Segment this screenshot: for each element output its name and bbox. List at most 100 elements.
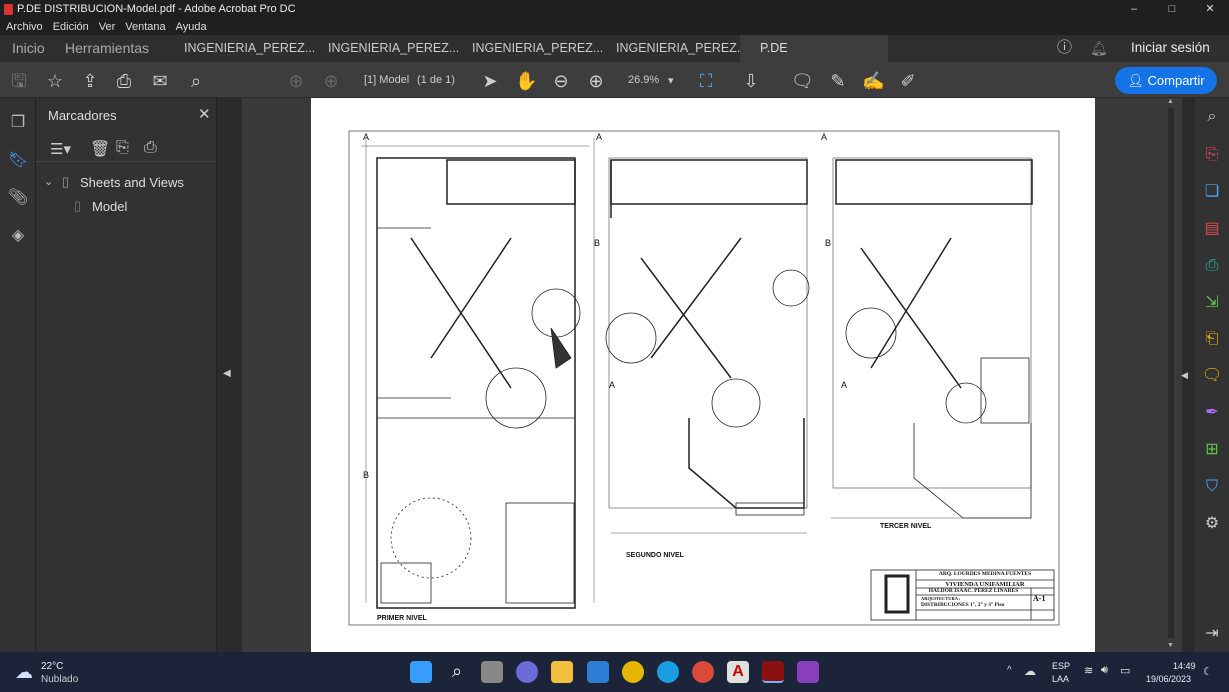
weather-desc[interactable]: Nublado	[41, 674, 78, 685]
zoom-dropdown-icon[interactable]: ▾	[668, 74, 674, 87]
zoom-search-icon[interactable]: ⌕	[1201, 106, 1223, 128]
panel-collapse-strip[interactable]: ◀	[216, 98, 242, 652]
edit-pdf-icon[interactable]: ✐	[897, 70, 919, 92]
pages-icon[interactable]: ❐	[8, 112, 28, 132]
volume-icon[interactable]: 🔊︎	[1101, 664, 1108, 677]
language-1[interactable]: ESP	[1052, 661, 1070, 671]
expand-icon[interactable]: ⇥	[1201, 623, 1223, 645]
menu-edicion[interactable]: Edición	[53, 21, 89, 33]
menu-ver[interactable]: Ver	[99, 21, 116, 33]
clock-time[interactable]: 14:49	[1173, 661, 1196, 671]
maximize-button[interactable]: □	[1153, 0, 1191, 18]
search-taskbar-icon[interactable]: ⌕	[446, 661, 468, 683]
wifi-icon[interactable]: ≋	[1084, 664, 1093, 677]
layers-icon[interactable]: ◈	[8, 225, 28, 245]
export-pdf-icon[interactable]: ⇲	[1201, 292, 1223, 314]
more-tools-icon[interactable]: ⚙	[1201, 513, 1223, 535]
bell-icon[interactable]: 🔔︎	[1090, 35, 1108, 62]
attachment-icon[interactable]: 📎︎	[8, 187, 28, 207]
measure-icon[interactable]: ⇩	[740, 70, 762, 92]
menu-ayuda[interactable]: Ayuda	[176, 21, 207, 33]
tab-document-2[interactable]: INGENIERIA_PEREZ...	[328, 35, 459, 62]
delete-icon[interactable]: 🗑︎	[90, 139, 110, 159]
signin-button[interactable]: Iniciar sesión	[1131, 35, 1210, 62]
cloud-upload-icon[interactable]: ⇪	[79, 70, 101, 92]
edge-icon[interactable]	[657, 661, 679, 683]
comment-icon[interactable]: 🗨︎	[791, 70, 814, 92]
bookmark-icon[interactable]: 🔖︎	[8, 150, 28, 170]
winrar-icon[interactable]	[797, 661, 819, 683]
combine-files-icon[interactable]: ❏	[1201, 181, 1223, 203]
save-icon[interactable]: 🖫	[8, 70, 30, 92]
file-explorer-icon[interactable]	[551, 661, 573, 683]
prev-page-icon[interactable]: ⊕	[285, 70, 307, 92]
next-page-icon[interactable]: ⊕	[320, 70, 342, 92]
scroll-thumb[interactable]	[1168, 108, 1174, 638]
menu-ventana[interactable]: Ventana	[125, 21, 165, 33]
fit-page-icon[interactable]: ⛶	[695, 70, 717, 92]
close-panel-icon[interactable]: ✕	[198, 105, 211, 123]
fill-sign-icon[interactable]: ✒	[1201, 402, 1223, 424]
create-pdf-icon[interactable]: ⎘	[1201, 144, 1223, 166]
task-view-icon[interactable]	[481, 661, 503, 683]
pdf-app-icon	[4, 3, 13, 15]
menu-archivo[interactable]: Archivo	[6, 21, 43, 33]
close-button[interactable]: ✕	[1191, 0, 1229, 18]
edit-pdf-icon[interactable]: ⎙	[1201, 255, 1223, 277]
expand-chevron-icon[interactable]: ⌄	[44, 175, 53, 188]
chrome-profile-icon[interactable]	[692, 661, 714, 683]
expand-right-panel-icon[interactable]: ◀	[1181, 370, 1188, 381]
star-icon[interactable]: ☆	[44, 70, 66, 92]
new-bookmark-icon[interactable]: ⎘	[116, 139, 129, 157]
highlight-pen-icon[interactable]: ✎	[827, 70, 849, 92]
tab-document-4[interactable]: INGENIERIA_PEREZ...	[616, 35, 747, 62]
acrobat-icon[interactable]	[762, 661, 784, 683]
select-arrow-icon[interactable]: ➤	[479, 70, 501, 92]
scroll-up-icon[interactable]: ▲	[1167, 98, 1174, 105]
clock-date[interactable]: 19/06/2023	[1146, 674, 1191, 684]
chrome-icon[interactable]	[622, 661, 644, 683]
store-icon[interactable]	[587, 661, 609, 683]
start-icon[interactable]	[410, 661, 432, 683]
teams-icon[interactable]	[516, 661, 538, 683]
protect-icon[interactable]: ⎗	[1201, 328, 1223, 350]
share-button[interactable]: 👤︎ Compartir	[1115, 67, 1217, 94]
bookmark-model[interactable]: Model	[92, 199, 127, 214]
bookmark-search-icon[interactable]: ⎙	[144, 139, 157, 157]
options-menu-icon[interactable]: ☰▾	[50, 140, 71, 158]
vertical-scrollbar[interactable]: ▲ ▼	[1164, 98, 1178, 652]
zoom-level[interactable]: 26.9%	[628, 74, 659, 86]
tab-document-1[interactable]: INGENIERIA_PEREZ...	[184, 35, 315, 62]
tab-herramientas[interactable]: Herramientas	[65, 35, 149, 62]
tray-chevron-icon[interactable]: ^	[1007, 665, 1012, 676]
scan-icon[interactable]: ⊞	[1201, 439, 1223, 461]
print-icon[interactable]: ⎙	[113, 70, 135, 92]
collapse-left-icon[interactable]: ◀	[223, 368, 231, 379]
comment-tool-icon[interactable]: 🗨︎	[1201, 365, 1223, 387]
weather-tray-icon[interactable]: ☁	[1024, 664, 1036, 678]
scroll-down-icon[interactable]: ▼	[1167, 642, 1174, 649]
titleblock-project: VIVIENDA UNIFAMILIAR	[945, 581, 1025, 588]
organize-pages-icon[interactable]: ▤	[1201, 218, 1223, 240]
minimize-button[interactable]: –	[1115, 0, 1153, 18]
search-icon[interactable]: ⌕	[185, 70, 207, 92]
tab-document-active[interactable]: P.DE DISTRIBUCIO... ×	[740, 35, 888, 81]
battery-icon[interactable]: ▭	[1120, 664, 1130, 677]
sign-icon[interactable]: ✍	[862, 70, 884, 92]
page-label[interactable]: [1] Model	[364, 74, 409, 86]
bookmark-item-icon: ▯	[62, 174, 70, 189]
weather-temp[interactable]: 22°C	[41, 661, 63, 672]
shield-icon[interactable]: ⛉	[1201, 476, 1223, 498]
hand-tool-icon[interactable]: ✋	[515, 70, 537, 92]
autocad-icon[interactable]: A	[727, 661, 749, 683]
tab-document-3[interactable]: INGENIERIA_PEREZ...	[472, 35, 603, 62]
help-icon[interactable]: ⓘ	[1057, 35, 1072, 62]
tab-inicio[interactable]: Inicio	[12, 35, 45, 62]
zoom-out-icon[interactable]: ⊖	[550, 70, 572, 92]
zoom-in-icon[interactable]: ⊕	[585, 70, 607, 92]
language-2[interactable]: LAA	[1052, 674, 1069, 684]
email-icon[interactable]: ✉	[149, 70, 171, 92]
bookmark-sheets-and-views[interactable]: Sheets and Views	[80, 175, 184, 190]
notification-icon[interactable]: ☾	[1203, 665, 1213, 678]
section-mark-a: A	[821, 132, 827, 142]
